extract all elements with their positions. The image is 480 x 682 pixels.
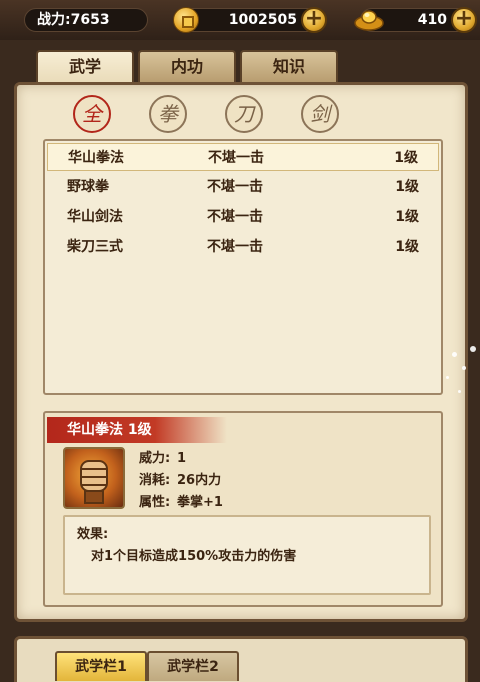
combat-power-value: 战力:7653 bbox=[37, 12, 110, 28]
filter-blade-button[interactable]: 刀 bbox=[225, 95, 263, 133]
fist-skill-icon bbox=[63, 447, 125, 509]
tab-skill-bar-2[interactable]: 武学栏2 bbox=[147, 651, 239, 681]
tab-knowledge[interactable]: 知识 bbox=[240, 50, 338, 82]
effect-box: 效果: 对1个目标造成150%攻击力的伤害 bbox=[63, 515, 431, 595]
skill-name: 华山拳法 bbox=[68, 150, 124, 166]
skills-panel: 全 拳 刀 剑 华山拳法 不堪一击 1级 野球拳 不堪一击 1级 华山剑法 不堪… bbox=[14, 82, 468, 622]
tab-skill-bar-1[interactable]: 武学栏1 bbox=[55, 651, 147, 681]
skill-name: 野球拳 bbox=[67, 179, 109, 195]
skill-name: 华山剑法 bbox=[67, 209, 123, 225]
skill-level: 1级 bbox=[394, 150, 418, 166]
skill-bar-tray: 武学栏1 武学栏2 bbox=[14, 636, 468, 682]
add-ingot-button[interactable]: + bbox=[451, 7, 477, 33]
skill-rating: 不堪一击 bbox=[207, 209, 263, 225]
combat-power: 战力:7653 bbox=[24, 8, 148, 32]
add-gold-button[interactable]: + bbox=[301, 7, 327, 33]
stat-power: 威力: 1 bbox=[139, 451, 187, 466]
gold-counter: 1002505 + bbox=[173, 7, 327, 33]
stat-cost: 消耗: 26内力 bbox=[139, 473, 222, 488]
skill-level: 1级 bbox=[395, 209, 419, 225]
skill-list: 华山拳法 不堪一击 1级 野球拳 不堪一击 1级 华山剑法 不堪一击 1级 柴刀… bbox=[43, 139, 443, 395]
skill-name: 柴刀三式 bbox=[67, 239, 123, 255]
filter-all-button[interactable]: 全 bbox=[73, 95, 111, 133]
skill-filter-bar: 全 拳 刀 剑 bbox=[73, 95, 373, 135]
ingot-value: 410 bbox=[417, 12, 447, 28]
skill-row[interactable]: 柴刀三式 不堪一击 1级 bbox=[47, 233, 439, 261]
skill-rating: 不堪一击 bbox=[207, 179, 263, 195]
skill-level: 1级 bbox=[395, 239, 419, 255]
ingot-counter: 410 + bbox=[354, 7, 477, 33]
tab-inner-power[interactable]: 内功 bbox=[138, 50, 236, 82]
gold-coin-icon bbox=[173, 7, 199, 33]
gold-ingot-icon bbox=[354, 10, 384, 31]
skill-rating: 不堪一击 bbox=[207, 239, 263, 255]
filter-fist-button[interactable]: 拳 bbox=[149, 95, 187, 133]
stat-attribute: 属性: 拳掌+1 bbox=[139, 495, 223, 510]
skill-detail-card: 华山拳法 1级 威力: 1 消耗: 26内力 属性: 拳掌+1 效果: 对1个目标造成… bbox=[43, 411, 443, 607]
skill-detail-title: 华山拳法 1级 bbox=[47, 417, 227, 443]
skill-level: 1级 bbox=[395, 179, 419, 195]
skill-row[interactable]: 野球拳 不堪一击 1级 bbox=[47, 173, 439, 201]
resource-bar: 战力:7653 1002505 + 410 + bbox=[0, 0, 480, 40]
filter-sword-button[interactable]: 剑 bbox=[301, 95, 339, 133]
skill-row[interactable]: 华山剑法 不堪一击 1级 bbox=[47, 203, 439, 231]
skill-rating: 不堪一击 bbox=[208, 150, 264, 166]
skill-row[interactable]: 华山拳法 不堪一击 1级 bbox=[47, 143, 439, 171]
tab-martial-arts[interactable]: 武学 bbox=[36, 50, 134, 84]
gold-value: 1002505 bbox=[228, 12, 297, 28]
effect-text: 对1个目标造成150%攻击力的伤害 bbox=[91, 549, 297, 564]
effect-label: 效果: bbox=[77, 527, 109, 542]
